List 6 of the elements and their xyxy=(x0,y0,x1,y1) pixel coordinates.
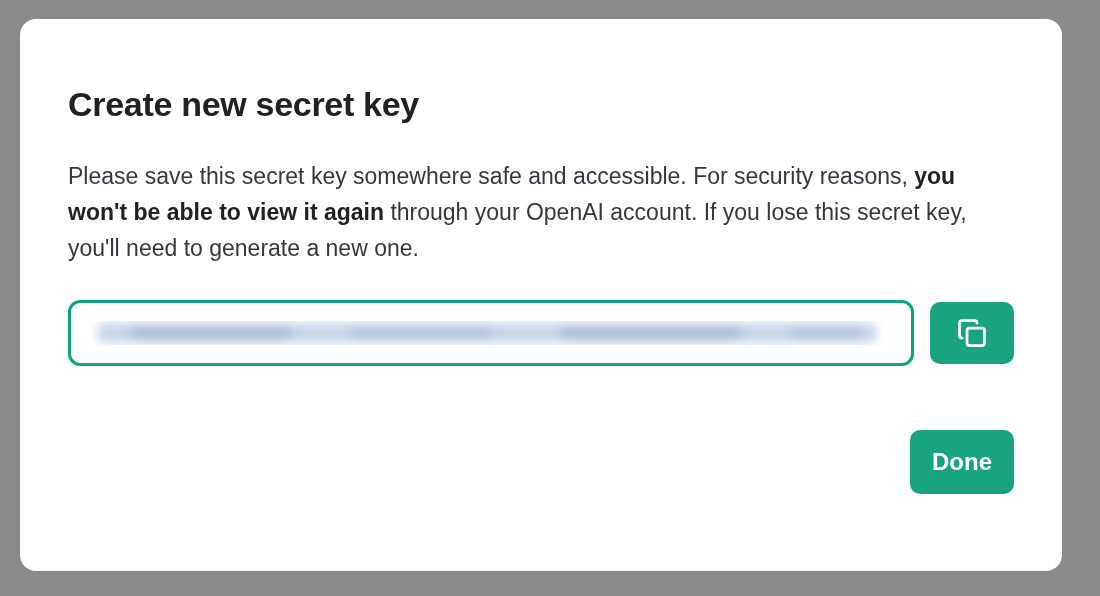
dialog-title: Create new secret key xyxy=(68,85,420,124)
key-field[interactable] xyxy=(68,300,914,366)
copy-icon xyxy=(957,318,987,348)
dialog-message: Please save this secret key somewhere safe and accessible. For security reasons, you won't be able to view it again through your OpenAI account. If you lose this secret key, you'll need to generate a new one. xyxy=(68,162,968,263)
done-button[interactable]: Done xyxy=(910,430,1014,494)
copy-button[interactable] xyxy=(930,302,1014,364)
